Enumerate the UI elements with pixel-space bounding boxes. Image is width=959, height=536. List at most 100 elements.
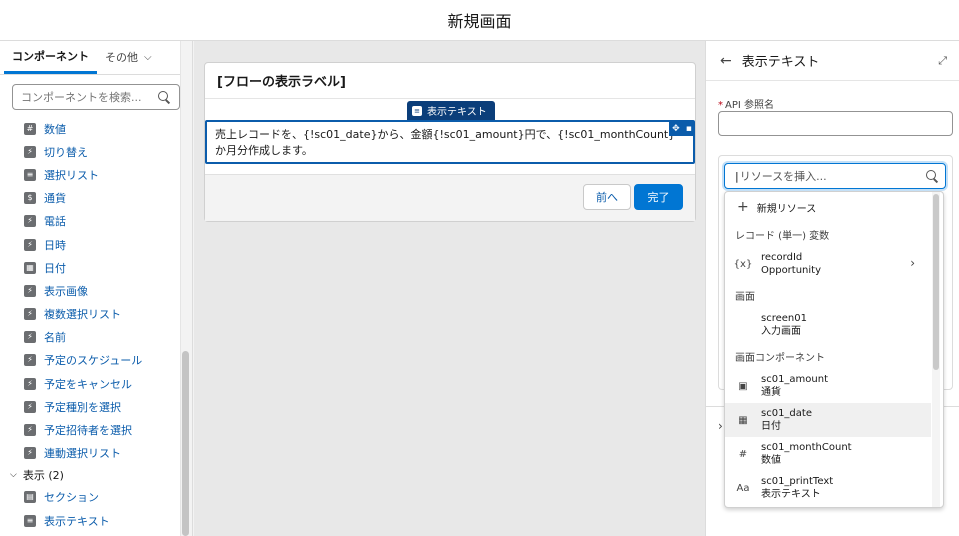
screen-label[interactable]: [フローの表示ラベル] <box>205 63 695 99</box>
palette-item[interactable]: ≡ 表示テキスト <box>0 509 180 532</box>
resource-name: sc01_monthCount <box>761 442 852 453</box>
finish-button[interactable]: 完了 <box>634 184 683 210</box>
palette-item-label: 日時 <box>44 238 66 252</box>
component-palette: コンポーネント その他 ⌵ コンポーネントを検索... # 数値 ⚡ 切り替え ≡ 選択リス… <box>0 41 193 536</box>
resource-option[interactable]: # sc01_monthCount 数値 <box>725 437 931 471</box>
chevron-right-icon[interactable]: › <box>910 256 915 270</box>
delete-icon[interactable]: ▪ <box>686 124 692 134</box>
bolt-icon: ⚡ <box>24 145 36 158</box>
tab-components[interactable]: コンポーネント <box>4 41 97 74</box>
api-name-input[interactable] <box>718 111 953 136</box>
bolt-icon: ⚡ <box>24 284 36 297</box>
bolt-icon: ⚡ <box>24 447 36 460</box>
palette-item-label: 名前 <box>44 331 66 345</box>
palette-item-label: 電話 <box>44 215 66 229</box>
api-label-text: API 参照名 <box>725 100 774 111</box>
calendar-icon: ▦ <box>738 414 748 426</box>
record-variable-icon: {x} <box>733 258 753 270</box>
resource-option-text: sc01_date 日付 <box>761 407 812 433</box>
api-name-label: * API 参照名 <box>718 96 774 111</box>
calendar-icon: ▦ <box>24 261 36 274</box>
resource-option[interactable]: screen01 入力画面 <box>725 308 931 342</box>
palette-item[interactable]: ⚡ 予定種別を選択 <box>0 395 180 418</box>
number-icon: # <box>738 448 748 460</box>
resource-type: 日付 <box>761 421 781 432</box>
palette-item[interactable]: ⚡ 表示画像 <box>0 279 180 302</box>
insert-resource-input[interactable]: |リソースを挿入... <box>724 163 946 189</box>
palette-item[interactable]: ▤ セクション <box>0 486 180 509</box>
page-title: 新規画面 <box>447 12 512 31</box>
display-text-content: 売上レコードを、{!sc01_date}から、金額{!sc01_amount}円… <box>215 128 676 157</box>
search-icon <box>925 169 939 183</box>
palette-item[interactable]: # 数値 <box>0 117 180 140</box>
resource-option-text: screen01 入力画面 <box>761 312 807 338</box>
palette-item[interactable]: ⚡ 日時 <box>0 233 180 256</box>
bolt-icon: ⚡ <box>24 331 36 344</box>
palette-item-label: 日付 <box>44 261 66 275</box>
resource-type: 入力画面 <box>761 326 801 337</box>
resource-option[interactable]: {x} recordId Opportunity › <box>725 247 931 281</box>
display-text-field[interactable]: 売上レコードを、{!sc01_date}から、金額{!sc01_amount}円… <box>205 120 695 164</box>
palette-item-label: 予定招待者を選択 <box>44 424 132 438</box>
dropdown-scrollbar-thumb[interactable] <box>933 194 939 370</box>
palette-item[interactable]: ⚡ 電話 <box>0 210 180 233</box>
new-resource-option[interactable]: + 新規リソース <box>725 196 816 218</box>
chevron-right-icon[interactable]: › <box>718 419 723 433</box>
bolt-icon: ⚡ <box>24 377 36 390</box>
tab-other[interactable]: その他 ⌵ <box>97 41 160 74</box>
app-header: 新規画面 <box>0 0 959 41</box>
palette-item-label: 通貨 <box>44 192 66 206</box>
palette-item-label: 選択リスト <box>44 168 99 182</box>
resource-option[interactable]: Aa sc01_printText 表示テキスト <box>725 471 931 505</box>
tab-label: コンポーネント <box>12 49 89 63</box>
palette-item[interactable]: $ 通貨 <box>0 187 180 210</box>
text-caret: | <box>735 170 739 183</box>
palette-item[interactable]: ⚡ 名前 <box>0 326 180 349</box>
resource-name: screen01 <box>761 313 807 324</box>
palette-item[interactable]: ⚡ 予定のスケジュール <box>0 349 180 372</box>
palette-item-label: 切り替え <box>44 145 88 159</box>
palette-item-label: 連動選択リスト <box>44 447 121 461</box>
palette-item[interactable]: ⚡ 切り替え <box>0 140 180 163</box>
component-list: # 数値 ⚡ 切り替え ≡ 選択リスト $ 通貨 ⚡ 電話 ⚡ 日時 ▦ 日付 ⚡ 表示画像 ⚡ 複数選択リスト ⚡… <box>0 117 180 536</box>
move-icon[interactable]: ✥ <box>672 124 680 134</box>
resource-option-text: recordId Opportunity <box>761 251 821 277</box>
chevron-down-icon: ⌵ <box>144 51 152 63</box>
palette-item[interactable]: ≡ 選択リスト <box>0 163 180 186</box>
resource-name: sc01_amount <box>761 374 829 385</box>
palette-scrollbar-thumb[interactable] <box>182 351 189 536</box>
group-display[interactable]: ⌵ 表示 (2) <box>0 465 180 486</box>
palette-item[interactable]: ⚡ 予定をキャンセル <box>0 372 180 395</box>
bolt-icon: ⚡ <box>24 215 36 228</box>
group-label: 表示 (2) <box>22 469 64 483</box>
resource-group-header: レコード (単一) 変数 <box>735 231 830 242</box>
resource-option[interactable]: ▦ sc01_date 日付 <box>725 403 931 437</box>
panel-header: ← 表示テキスト ⤢ <box>706 41 959 81</box>
resource-name: sc01_printText <box>761 476 834 487</box>
palette-item-label: セクション <box>44 491 99 505</box>
resource-placeholder: リソースを挿入... <box>739 170 827 183</box>
currency-icon: ▣ <box>738 380 748 392</box>
screen-canvas: [フローの表示ラベル] ≡ 表示テキスト 売上レコードを、{!sc01_date… <box>194 41 705 536</box>
currency-icon: $ <box>24 192 36 205</box>
palette-item-label: 複数選択リスト <box>44 308 121 322</box>
resource-type: 表示テキスト <box>761 489 821 500</box>
bolt-icon: ⚡ <box>24 354 36 367</box>
palette-item[interactable]: ⚡ 複数選択リスト <box>0 303 180 326</box>
component-search-input[interactable]: コンポーネントを検索... <box>12 84 180 110</box>
previous-button[interactable]: 前へ <box>583 184 631 210</box>
group-custom[interactable]: ⌵カスタム (13) <box>0 532 180 536</box>
palette-tabs: コンポーネント その他 ⌵ <box>0 41 192 75</box>
bolt-icon: ⚡ <box>24 424 36 437</box>
palette-item[interactable]: ⚡ 予定招待者を選択 <box>0 418 180 441</box>
list-icon: ≡ <box>24 168 36 181</box>
palette-item-label: 表示画像 <box>44 284 88 298</box>
resource-option[interactable]: ▣ sc01_amount 通貨 <box>725 369 931 403</box>
palette-item-label: 予定種別を選択 <box>44 400 121 414</box>
resource-option-text: sc01_monthCount 数値 <box>761 441 852 467</box>
back-arrow-icon[interactable]: ← <box>720 53 732 69</box>
palette-item[interactable]: ⚡ 連動選択リスト <box>0 442 180 465</box>
palette-item[interactable]: ▦ 日付 <box>0 256 180 279</box>
text-icon: ≡ <box>412 105 422 116</box>
expand-icon[interactable]: ⤢ <box>938 54 947 68</box>
